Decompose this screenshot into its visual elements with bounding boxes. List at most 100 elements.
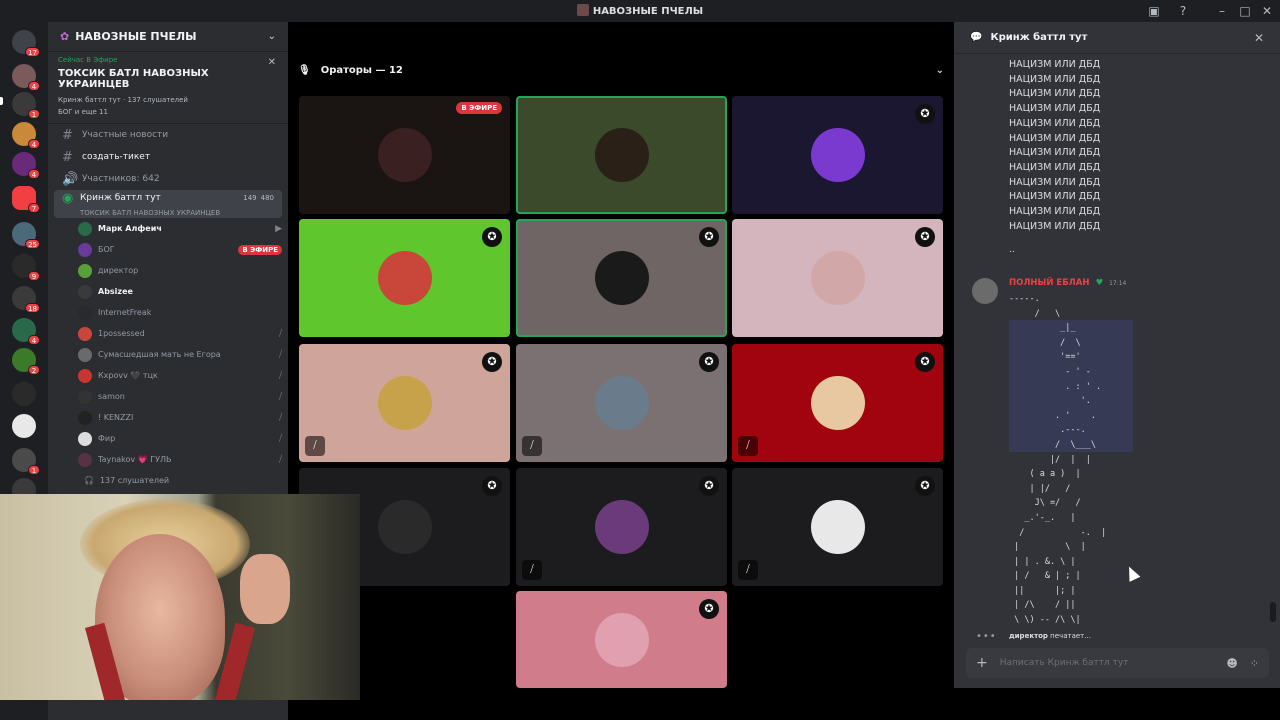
close-window-icon[interactable]: ✕ [1259,3,1275,19]
message-input[interactable]: + Написать Кринж баттл тут ☻ ⁘ [966,648,1269,678]
moderator-icon: ✪ [699,599,719,619]
minimize-icon[interactable]: – [1214,3,1230,19]
mic-muted-icon: ⧸ [278,349,282,360]
avatar [377,251,432,305]
heart-icon: ♥ [1095,278,1104,288]
channel-item[interactable]: # создать-тикет [54,146,282,168]
channel-item[interactable]: # Участные новости [54,124,282,146]
avatar [78,347,92,362]
live-stage-card[interactable]: Сейчас В Эфире ТОКСИК БАТЛ НАВОЗНЫХ УКРА… [48,52,288,124]
server-icon [576,4,589,16]
server-icon[interactable]: 1 [12,448,40,475]
speaker-tile[interactable]: ✪ ⧸ [732,344,943,462]
moderator-icon: ✪ [482,476,502,496]
speaker-tile[interactable]: ✪ ⧸ [299,344,510,462]
message-line: НАЦИЗМ ИЛИ ДБД [1009,220,1101,232]
moderator-icon: ✪ [482,352,502,372]
scrollbar[interactable] [1270,602,1276,622]
server-header[interactable]: ✿ НАВОЗНЫЕ ПЧЕЛЫ ⌄ [48,22,288,52]
server-icon[interactable]: 4 [12,318,40,345]
discord-server-icon[interactable]: 7 [12,186,40,213]
member-name: директор [98,266,139,275]
typing-indicator-icon: ••• [976,631,997,642]
server-icon[interactable] [12,382,36,406]
channel-item[interactable]: 🔊 Участников: 642 [54,168,282,190]
member-row[interactable]: InternetFreak [78,302,282,323]
chevron-down-icon[interactable]: ⌄ [936,65,944,76]
microphone-icon: 🎙 [298,64,311,76]
member-row[interactable]: директор [78,260,282,281]
mic-muted-icon: ⧸ [278,454,282,465]
avatar[interactable] [972,278,998,304]
voice-channel-active[interactable]: ◉ Кринж баттл тут 149 480 ТОКСИК БАТЛ НАВ… [54,190,282,218]
member-row[interactable]: 1possessed ⧸ [78,323,282,344]
speaker-tile[interactable]: ✪ ⧸ [516,344,727,462]
member-row[interactable]: Кxpovv 🖤 тцк ⧸ [78,365,282,386]
speaker-tile[interactable]: ✪ [299,219,510,337]
plus-icon[interactable]: + [976,655,988,671]
avatar [594,251,649,305]
member-name: БОГ [98,245,115,254]
speaker-tile[interactable]: В ЭФИРЕ [299,96,510,214]
message-placeholder[interactable]: Написать Кринж баттл тут [1000,658,1215,668]
help-icon[interactable]: ? [1175,3,1191,19]
chat-panel: 💬 Кринж баттл тут ✕ НАЦИЗМ ИЛИ ДБД НАЦИЗМ… [954,22,1280,720]
live-badge: В ЭФИРЕ [238,244,282,255]
speaker-tile[interactable] [516,96,727,214]
inbox-icon[interactable]: ▣ [1146,3,1162,19]
listeners-label: 137 слушателей [99,475,170,485]
member-row[interactable]: Марк Алфеич ▶ [78,218,282,239]
mic-muted-icon: ⧸ [278,391,282,402]
direct-messages-icon[interactable]: 17 [12,30,40,57]
avatar [78,305,92,320]
apps-icon[interactable]: ⁘ [1250,657,1259,670]
message-author[interactable]: ПОЛНЫЙ ЕБЛАН [1009,278,1089,288]
message-lines: НАЦИЗМ ИЛИ ДБД НАЦИЗМ ИЛИ ДБД НАЦИЗМ ИЛИ Д… [1009,58,1100,234]
speaker-tile[interactable]: ✪ ⧸ [732,468,943,586]
member-name: Absizee [98,287,133,296]
member-row[interactable]: Taynakov 💗 ГУЛЬ ⧸ [78,449,282,470]
unread-pill [0,97,3,105]
window-title: НАВОЗНЫЕ ПЧЕЛЫ [0,4,1280,17]
server-boost-icon: ✿ [60,30,70,43]
member-row[interactable]: БОГ В ЭФИРЕ [78,239,282,260]
member-row[interactable]: Absizee [78,281,282,302]
avatar [78,326,92,341]
speaker-tile[interactable]: ✪ [732,96,943,214]
stage-view: 🎙 Ораторы — 12 ⌄ В ЭФИРЕ ✪ ✪ ✪ ✪ ✪ ⧸ ✪ ⧸ ✪ ⧸ ✪ ✪ ⧸ ✪ ⧸ ✪ [288,22,954,720]
message-header: ПОЛНЫЙ ЕБЛАН ♥ 17:14 [1009,278,1126,288]
bottom-bar [954,688,1280,720]
server-icon[interactable]: 4 [12,152,40,179]
close-icon[interactable]: ✕ [268,57,276,68]
maximize-icon[interactable]: □ [1237,3,1253,19]
speaker-tile[interactable]: ✪ [732,219,943,337]
member-row[interactable]: Сумасшедшая мать не Егора ⧸ [78,344,282,365]
stage-header[interactable]: 🎙 Ораторы — 12 ⌄ [298,62,944,78]
server-icon[interactable]: 25 [12,222,40,249]
message-line: НАЦИЗМ ИЛИ ДБД [1009,176,1101,188]
avatar [810,376,865,430]
speaker-tile[interactable]: ✪ [516,591,727,688]
member-name: 1possessed [98,329,145,338]
voice-count-a: 149 [243,194,257,203]
avatar [377,500,432,554]
server-icon[interactable] [12,414,36,438]
close-icon[interactable]: ✕ [1254,31,1264,45]
member-row[interactable]: samon ⧸ [78,386,282,407]
emoji-icon[interactable]: ☻ [1226,657,1237,670]
member-row[interactable]: ! KENZZI ⧸ [78,407,282,428]
moderator-icon: ✪ [699,352,719,372]
server-icon[interactable]: 4 [12,122,40,149]
avatar [377,128,432,182]
speaker-tile[interactable]: ✪ [516,219,727,337]
server-icon[interactable]: 2 [12,348,40,375]
member-row[interactable]: Фир ⧸ [78,428,282,449]
mic-muted-icon: ⧸ [278,328,282,339]
server-icon[interactable]: 9 [12,254,40,281]
server-icon[interactable]: 18 [12,286,40,313]
speaker-tile[interactable]: ✪ ⧸ [516,468,727,586]
server-icon[interactable]: 1 [12,92,40,119]
server-icon[interactable]: 4 [12,64,40,91]
chevron-down-icon: ⌄ [267,31,276,42]
moderator-icon: ✪ [915,104,935,124]
